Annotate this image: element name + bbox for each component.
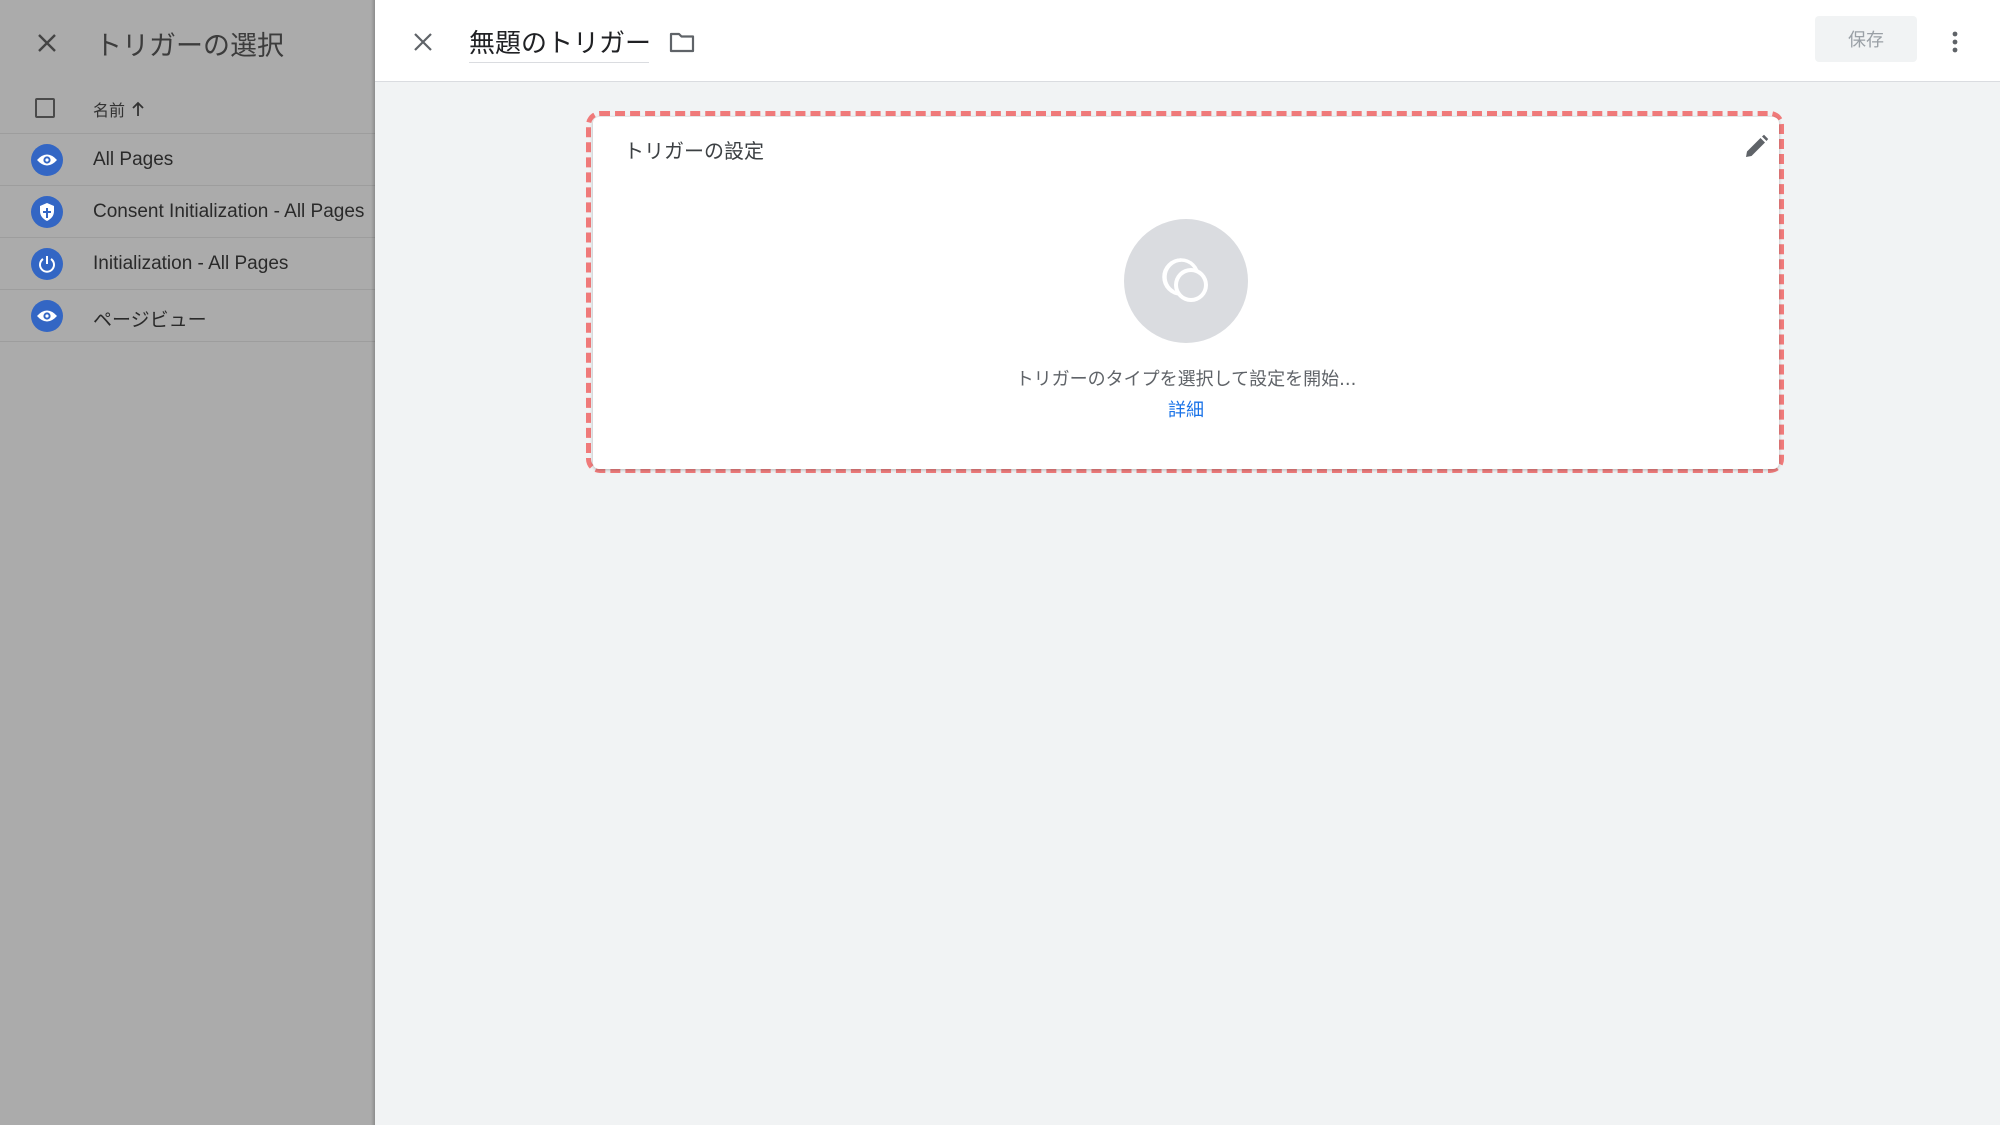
eye-icon [31,144,63,176]
selection-title: トリガーの選択 [95,31,284,62]
more-options-button[interactable] [1937,22,1973,62]
trigger-configuration-card[interactable]: トリガーの設定 トリガーのタイプを選択して設定を開始... 詳細 [593,117,1779,469]
trigger-selection-panel: トリガーの選択 名前 All Pages Consent Initializat… [0,0,375,1125]
eye-icon [31,300,63,332]
select-all-checkbox[interactable] [35,98,55,118]
learn-more-link[interactable]: 詳細 [593,396,1779,422]
trigger-row-label: Consent Initialization - All Pages [93,201,365,222]
choose-trigger-type-button[interactable] [1124,219,1248,343]
trigger-selection-header: トリガーの選択 [0,0,375,82]
trigger-row-consent-initialization[interactable]: Consent Initialization - All Pages [0,186,375,238]
trigger-editor: 無題のトリガー 保存 トリガーの設定 トリガーのタイプを選択して設定を開始...… [375,0,2000,1125]
edit-button[interactable] [1740,131,1772,163]
close-icon [38,34,56,52]
name-column-sort[interactable]: 名前 [93,97,145,121]
trigger-row-initialization[interactable]: Initialization - All Pages [0,238,375,290]
save-button[interactable]: 保存 [1815,16,1917,62]
editor-topbar: 無題のトリガー 保存 [375,0,2000,82]
trigger-row-label: All Pages [93,149,174,170]
more-vert-icon [1952,31,1958,53]
shield-icon [31,196,63,228]
close-selection-button[interactable] [30,26,64,60]
trigger-row-all-pages[interactable]: All Pages [0,134,375,186]
trigger-name-field[interactable]: 無題のトリガー [469,20,651,63]
trigger-row-pageview[interactable]: ページビュー [0,290,375,342]
power-icon [31,248,63,280]
close-editor-button[interactable] [405,24,441,60]
close-icon [414,33,432,51]
folder-icon [669,32,695,53]
pencil-icon [1746,134,1769,157]
trigger-row-label: Initialization - All Pages [93,253,289,274]
trigger-type-icon [1162,258,1208,302]
choose-type-prompt: トリガーのタイプを選択して設定を開始... [1015,369,1357,390]
trigger-row-label: ページビュー [93,310,207,331]
folder-button[interactable] [666,26,698,58]
name-column-label: 名前 [93,101,126,120]
list-header: 名前 [0,82,375,134]
card-title: トリガーの設定 [624,139,764,163]
arrow-up-icon [132,101,144,116]
